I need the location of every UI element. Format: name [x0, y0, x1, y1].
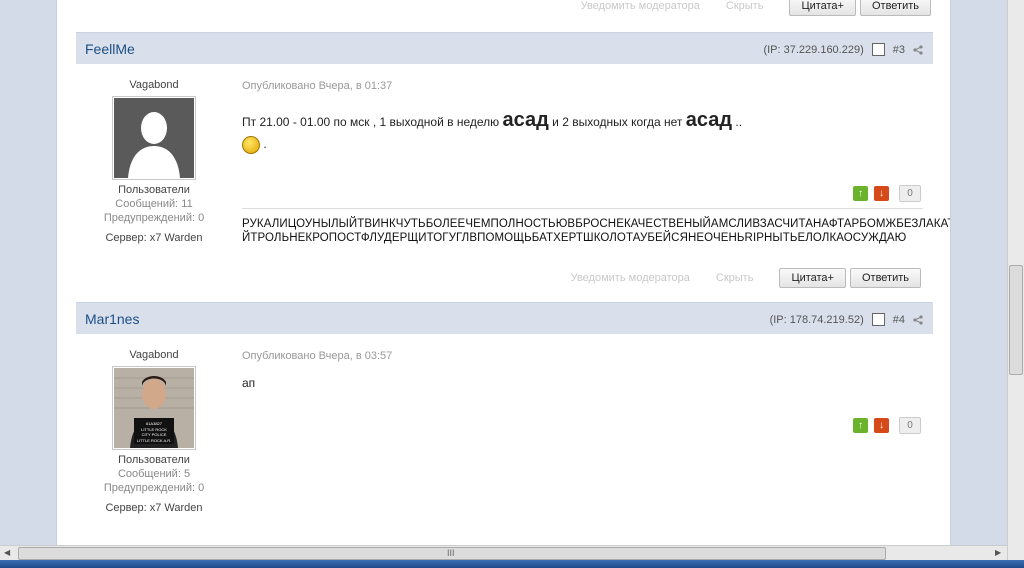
post-text-part: Пт 21.00 - 01.00 по мск , 1 выходной в н…: [242, 115, 503, 129]
scroll-right-icon[interactable]: ▶: [995, 548, 1001, 557]
scroll-grip: III: [447, 548, 455, 558]
default-avatar-icon: [114, 98, 194, 178]
post-content: Опубликовано Вчера, в 03:57 ап: [242, 350, 923, 390]
svg-text:LITTLE ROCK A.R.: LITTLE ROCK A.R.: [137, 438, 171, 443]
user-server: Сервер: x7 Warden: [105, 502, 203, 514]
share-icon[interactable]: [913, 44, 923, 55]
post-body: ап: [242, 376, 256, 390]
rep-down-icon[interactable]: ↓: [874, 186, 889, 201]
post-content: Опубликовано Вчера, в 01:37 Пт 21.00 - 0…: [242, 80, 923, 154]
horizontal-scroll-thumb[interactable]: III: [18, 547, 886, 560]
post-text-part: и 2 выходных когда нет: [548, 115, 686, 129]
user-rank: Vagabond: [129, 79, 179, 91]
post-meta: (IP: 37.229.160.229) #3: [763, 43, 923, 56]
post-text-part: .: [260, 137, 267, 152]
notify-moderator-link[interactable]: Уведомить модератора: [581, 0, 700, 12]
post-text-part: ..: [732, 115, 743, 129]
rep-count: 0: [899, 185, 921, 202]
post-4: Mar1nes (IP: 178.74.219.52) #4 Vagabond: [76, 302, 933, 545]
page-background: [951, 0, 1007, 545]
post-number-link[interactable]: #4: [893, 314, 905, 326]
rep-up-icon[interactable]: ↑: [853, 186, 868, 201]
vertical-scroll-thumb[interactable]: [1009, 265, 1023, 375]
user-messages: Сообщений: 11: [115, 198, 193, 210]
scroll-left-icon[interactable]: ◀: [4, 548, 10, 557]
reply-button[interactable]: Ответить: [859, 0, 931, 16]
rep-count: 0: [899, 417, 921, 434]
select-post-checkbox[interactable]: [871, 313, 885, 326]
signature-divider: [242, 208, 923, 209]
post-date: Опубликовано Вчера, в 03:57: [242, 350, 393, 362]
post-number-link[interactable]: #3: [893, 44, 905, 56]
user-group: Пользователи: [118, 184, 190, 196]
reputation-controls: ↑ ↓ 0: [853, 185, 921, 202]
post-body: Пт 21.00 - 01.00 по мск , 1 выходной в н…: [242, 109, 923, 132]
post-text-big: асад: [685, 109, 733, 131]
post-author-link[interactable]: Mar1nes: [85, 311, 139, 327]
post-text-big: асад: [502, 109, 549, 131]
smiley-icon: [242, 136, 260, 154]
svg-text:CITY POLICE: CITY POLICE: [142, 432, 167, 437]
avatar[interactable]: 61A3827 LITTLE ROCK CITY POLICE LITTLE R…: [112, 366, 196, 450]
post-date: Опубликовано Вчера, в 01:37: [242, 80, 393, 92]
vertical-scrollbar[interactable]: [1007, 0, 1024, 560]
rep-up-icon[interactable]: ↑: [853, 418, 868, 433]
user-info: Vagabond 61A3827 LITTLE ROCK CITY POLICE…: [76, 349, 232, 514]
horizontal-scrollbar[interactable]: ◀ III ▶: [0, 545, 1007, 560]
user-warnings: Предупреждений: 0: [103, 482, 205, 494]
hide-link[interactable]: Скрыть: [716, 272, 754, 284]
user-warnings: Предупреждений: 0: [103, 212, 205, 224]
post-actions: Уведомить модератора Скрыть Цитата+ Отве…: [571, 268, 921, 288]
post-3: FeellMe (IP: 37.229.160.229) #3 Vagabond…: [76, 32, 950, 302]
select-post-checkbox[interactable]: [871, 43, 885, 56]
user-rank: Vagabond: [129, 349, 179, 361]
svg-text:61A3827: 61A3827: [146, 421, 163, 426]
rep-down-icon[interactable]: ↓: [874, 418, 889, 433]
taskbar: [0, 560, 1024, 568]
post-header: Mar1nes (IP: 178.74.219.52) #4: [76, 302, 933, 334]
post-ip: (IP: 37.229.160.229): [763, 43, 864, 56]
mugshot-avatar-icon: 61A3827 LITTLE ROCK CITY POLICE LITTLE R…: [114, 368, 194, 448]
prev-post-actions: Уведомить модератора Скрыть Цитата+ Отве…: [581, 0, 931, 16]
notify-moderator-link[interactable]: Уведомить модератора: [571, 272, 690, 284]
user-messages: Сообщений: 5: [117, 468, 191, 480]
quote-button[interactable]: Цитата+: [779, 268, 846, 288]
signature-line: ЙТРОЛЬНЕКРОПОСТФЛУДЕРЩИТОГУГЛВПОМОЩЬБАТХ…: [242, 232, 907, 244]
post-meta: (IP: 178.74.219.52) #4: [770, 313, 923, 326]
reply-button[interactable]: Ответить: [849, 268, 921, 288]
reputation-controls: ↑ ↓ 0: [853, 417, 921, 434]
user-group: Пользователи: [118, 454, 190, 466]
user-server: Сервер: x7 Warden: [105, 232, 203, 244]
post-header: FeellMe (IP: 37.229.160.229) #3: [76, 32, 933, 64]
forum-page: Уведомить модератора Скрыть Цитата+ Отве…: [56, 0, 951, 545]
post-author-link[interactable]: FeellMe: [85, 41, 135, 57]
quote-button[interactable]: Цитата+: [789, 0, 856, 16]
signature: РУКАЛИЦОУНЫЛЫЙТВИНКЧУТЬБОЛЕЕЧЕМПОЛНОСТЬЮ…: [242, 217, 951, 245]
user-info: Vagabond Пользователи Сообщений: 11 Пред…: [76, 79, 232, 244]
hide-link[interactable]: Скрыть: [726, 0, 764, 12]
avatar[interactable]: [112, 96, 196, 180]
post-body-line2: .: [242, 136, 923, 154]
share-icon[interactable]: [913, 314, 923, 325]
signature-line: РУКАЛИЦОУНЫЛЫЙТВИНКЧУТЬБОЛЕЕЧЕМПОЛНОСТЬЮ…: [242, 218, 951, 230]
post-ip: (IP: 178.74.219.52): [769, 313, 864, 326]
